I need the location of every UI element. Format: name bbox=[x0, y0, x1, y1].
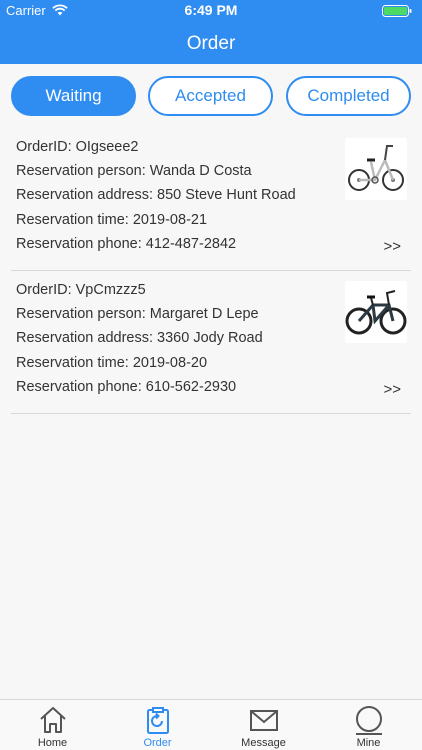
status-bar: Carrier 6:49 PM bbox=[0, 0, 422, 22]
user-icon bbox=[356, 706, 382, 735]
order-detail-link[interactable]: >> bbox=[383, 381, 401, 398]
order-id: OrderID: VpCmzzz5 bbox=[16, 282, 146, 298]
order-icon bbox=[147, 707, 169, 734]
order-status-tabs: Waiting Accepted Completed bbox=[0, 76, 422, 116]
reservation-phone: Reservation phone: 610-562-2930 bbox=[16, 379, 237, 395]
app-header: Carrier 6:49 PM Order bbox=[0, 0, 422, 64]
tabbar-mine[interactable]: Mine bbox=[316, 700, 421, 750]
tabbar-home[interactable]: Home bbox=[0, 700, 105, 750]
home-icon bbox=[40, 707, 66, 733]
battery-icon bbox=[382, 5, 412, 17]
order-detail-link[interactable]: >> bbox=[383, 238, 401, 255]
order-item[interactable]: OrderID: VpCmzzz5 Reservation person: Ma… bbox=[11, 271, 411, 414]
tabbar-mine-label: Mine bbox=[356, 737, 381, 749]
reservation-time: Reservation time: 2019-08-21 bbox=[16, 212, 208, 228]
reservation-address: Reservation address: 850 Steve Hunt Road bbox=[16, 187, 296, 203]
reservation-time: Reservation time: 2019-08-20 bbox=[16, 355, 208, 371]
reservation-phone: Reservation phone: 412-487-2842 bbox=[16, 236, 237, 252]
tabbar-home-label: Home bbox=[37, 737, 68, 749]
order-list: OrderID: OIgseee2 Reservation person: Wa… bbox=[0, 128, 422, 414]
bottom-tab-bar: Home Order Message Mine bbox=[0, 699, 422, 750]
tabbar-message-label: Message bbox=[241, 737, 286, 749]
tabbar-message[interactable]: Message bbox=[211, 700, 316, 750]
mountain-bike-icon bbox=[345, 281, 407, 343]
reservation-address: Reservation address: 3360 Jody Road bbox=[16, 330, 263, 346]
page-title: Order bbox=[186, 33, 236, 54]
tab-completed[interactable]: Completed bbox=[286, 76, 411, 116]
order-item[interactable]: OrderID: OIgseee2 Reservation person: Wa… bbox=[11, 128, 411, 271]
tab-accepted[interactable]: Accepted bbox=[148, 76, 273, 116]
reservation-person: Reservation person: Wanda D Costa bbox=[16, 163, 252, 179]
tabbar-order[interactable]: Order bbox=[105, 700, 210, 750]
clock: 6:49 PM bbox=[184, 2, 238, 18]
order-id: OrderID: OIgseee2 bbox=[16, 139, 139, 155]
folding-bike-icon bbox=[345, 138, 407, 200]
tab-waiting[interactable]: Waiting bbox=[11, 76, 136, 116]
tabbar-order-label: Order bbox=[143, 737, 172, 749]
reservation-person: Reservation person: Margaret D Lepe bbox=[16, 306, 259, 322]
message-icon bbox=[250, 710, 278, 731]
